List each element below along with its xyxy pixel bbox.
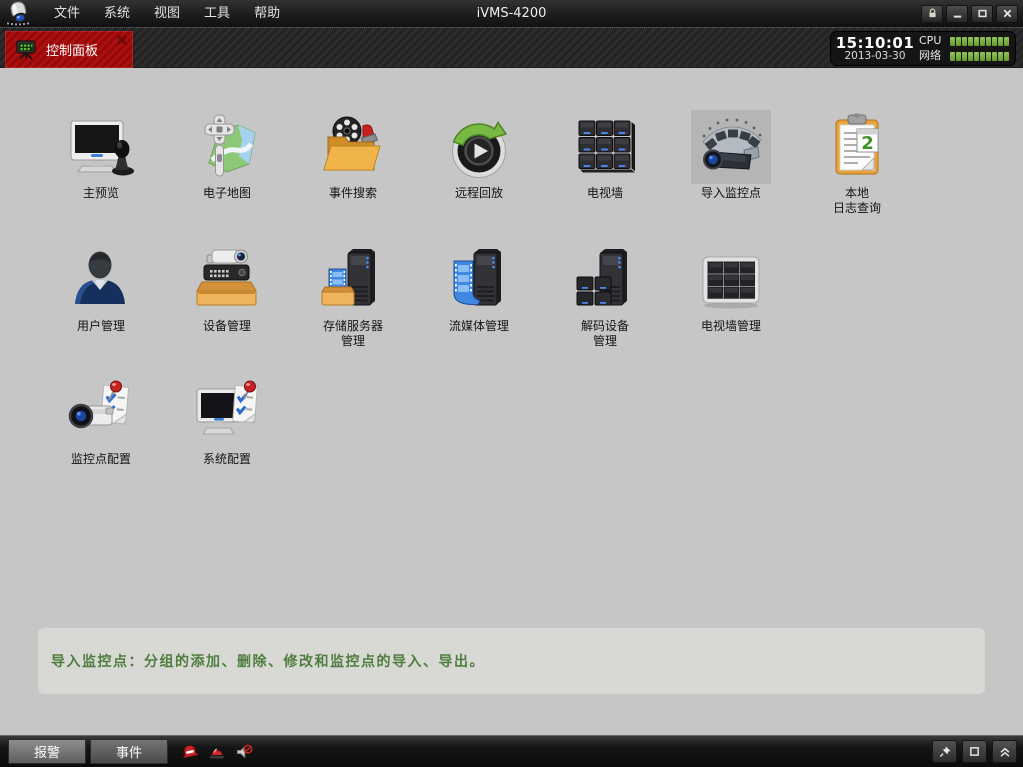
alarm-icons — [181, 743, 253, 761]
panel-item-label: 本地日志查询 — [833, 186, 881, 216]
panel-item-event-search[interactable]: 事件搜索 — [290, 110, 416, 216]
restore-panel-button[interactable] — [962, 740, 987, 763]
network-meter-bar — [950, 52, 1009, 61]
control-panel-icon — [14, 39, 38, 61]
panel-row-1: 主预览 电子地图 事件搜索 远程回放 电视墙 导入监控点 2 本地日志查询 — [38, 110, 920, 216]
panel-item-label: 流媒体管理 — [449, 319, 509, 334]
title-bar: 文件系统视图工具帮助 iVMS-4200 — [0, 0, 1023, 28]
system-config-icon — [187, 376, 267, 450]
panel-item-label: 设备管理 — [203, 319, 251, 334]
restore-panel-icon — [968, 745, 981, 758]
statusbar-tabs: 报警事件 — [8, 739, 168, 764]
tab-close-icon[interactable] — [116, 34, 128, 46]
menu-bar: 文件系统视图工具帮助 — [42, 1, 292, 27]
window-buttons — [921, 5, 1018, 23]
lock-button[interactable] — [921, 5, 943, 23]
close-button[interactable] — [996, 5, 1018, 23]
collapse-button[interactable] — [992, 740, 1017, 763]
panel-item-label: 解码设备管理 — [581, 319, 629, 349]
tv-wall-management-icon — [691, 243, 771, 317]
event-search-icon — [313, 110, 393, 184]
panel-item-device-management[interactable]: 设备管理 — [164, 243, 290, 349]
status-bar: 报警事件 — [0, 735, 1023, 767]
tab-bar: 控制面板 15:10:01 2013-03-30 CPU 网络 — [0, 28, 1023, 68]
panel-item-label: 系统配置 — [203, 452, 251, 467]
stream-media-management-icon — [439, 243, 519, 317]
menu-item-1[interactable]: 文件 — [42, 1, 92, 27]
panel-item-storage-server-management[interactable]: 存储服务器管理 — [290, 243, 416, 349]
panel-item-label: 导入监控点 — [701, 186, 761, 201]
panel-row-2: 用户管理 设备管理 存储服务器管理 流媒体管理 解码设备管理 电视墙管理 — [38, 243, 794, 349]
panel-item-main-preview[interactable]: 主预览 — [38, 110, 164, 216]
network-label: 网络 — [919, 50, 950, 62]
panel-item-emap[interactable]: 电子地图 — [164, 110, 290, 216]
panel-item-label: 电视墙管理 — [701, 319, 761, 334]
cpu-meter: CPU — [919, 35, 1009, 47]
panel-item-stream-media-management[interactable]: 流媒体管理 — [416, 243, 542, 349]
minimize-icon — [952, 8, 963, 19]
decoding-device-management-icon — [565, 243, 645, 317]
stop-alarm-icon[interactable] — [181, 743, 199, 761]
description-text: 导入监控点：分组的添加、删除、修改和监控点的导入、导出。 — [51, 651, 485, 671]
panel-item-label: 事件搜索 — [329, 186, 377, 201]
clock: 15:10:01 2013-03-30 — [831, 35, 919, 62]
tab-control-panel[interactable]: 控制面板 — [5, 31, 133, 68]
menu-item-5[interactable]: 帮助 — [242, 1, 292, 27]
pin-icon — [938, 745, 952, 759]
local-log-icon: 2 — [817, 110, 897, 184]
maximize-icon — [977, 8, 988, 19]
tv-wall-icon — [565, 110, 645, 184]
panel-item-label: 电视墙 — [587, 186, 623, 201]
maximize-button[interactable] — [971, 5, 993, 23]
description-panel: 导入监控点：分组的添加、删除、修改和监控点的导入、导出。 — [38, 628, 985, 694]
panel-item-label: 主预览 — [83, 186, 119, 201]
panel-item-local-log[interactable]: 2 本地日志查询 — [794, 110, 920, 216]
clock-time: 15:10:01 — [831, 35, 919, 51]
remote-playback-icon — [439, 110, 519, 184]
statusbar-tab-1[interactable]: 报警 — [8, 739, 86, 764]
user-management-icon — [61, 243, 141, 317]
tab-label: 控制面板 — [46, 40, 98, 59]
panel-item-label: 远程回放 — [455, 186, 503, 201]
network-meter: 网络 — [919, 50, 1009, 62]
import-camera-icon — [691, 110, 771, 184]
status-widget: 15:10:01 2013-03-30 CPU 网络 — [830, 31, 1016, 66]
control-panel: 主预览 电子地图 事件搜索 远程回放 电视墙 导入监控点 2 本地日志查询 用户管理 设备管理 存… — [0, 68, 1023, 735]
panel-item-decoding-device-management[interactable]: 解码设备管理 — [542, 243, 668, 349]
clock-date: 2013-03-30 — [831, 51, 919, 62]
lock-icon — [927, 8, 938, 19]
menu-item-4[interactable]: 工具 — [192, 1, 242, 27]
emap-icon — [187, 110, 267, 184]
panel-item-tv-wall[interactable]: 电视墙 — [542, 110, 668, 216]
main-preview-icon — [61, 110, 141, 184]
alarm-light-icon[interactable] — [208, 743, 226, 761]
panel-item-remote-playback[interactable]: 远程回放 — [416, 110, 542, 216]
panel-item-tv-wall-management[interactable]: 电视墙管理 — [668, 243, 794, 349]
menu-item-3[interactable]: 视图 — [142, 1, 192, 27]
panel-item-import-camera[interactable]: 导入监控点 — [668, 110, 794, 216]
panel-item-system-config[interactable]: 系统配置 — [164, 376, 290, 467]
cpu-meter-bar — [950, 37, 1009, 46]
close-icon — [1002, 8, 1013, 19]
device-management-icon — [187, 243, 267, 317]
usage-meters: CPU 网络 — [919, 35, 1009, 62]
svg-text:2: 2 — [861, 133, 874, 154]
panel-item-label: 监控点配置 — [71, 452, 131, 467]
cpu-label: CPU — [919, 35, 950, 47]
statusbar-right-buttons — [932, 740, 1017, 763]
minimize-button[interactable] — [946, 5, 968, 23]
collapse-icon — [998, 745, 1012, 759]
panel-item-user-management[interactable]: 用户管理 — [38, 243, 164, 349]
statusbar-tab-2[interactable]: 事件 — [90, 739, 168, 764]
panel-item-label: 电子地图 — [203, 186, 251, 201]
panel-item-label: 存储服务器管理 — [323, 319, 383, 349]
panel-row-3: 监控点配置 系统配置 — [38, 376, 290, 467]
storage-server-management-icon — [313, 243, 393, 317]
panel-item-label: 用户管理 — [77, 319, 125, 334]
pin-button[interactable] — [932, 740, 957, 763]
mute-alarm-icon[interactable] — [235, 743, 253, 761]
menu-item-2[interactable]: 系统 — [92, 1, 142, 27]
camera-settings-icon — [61, 376, 141, 450]
panel-item-camera-settings[interactable]: 监控点配置 — [38, 376, 164, 467]
